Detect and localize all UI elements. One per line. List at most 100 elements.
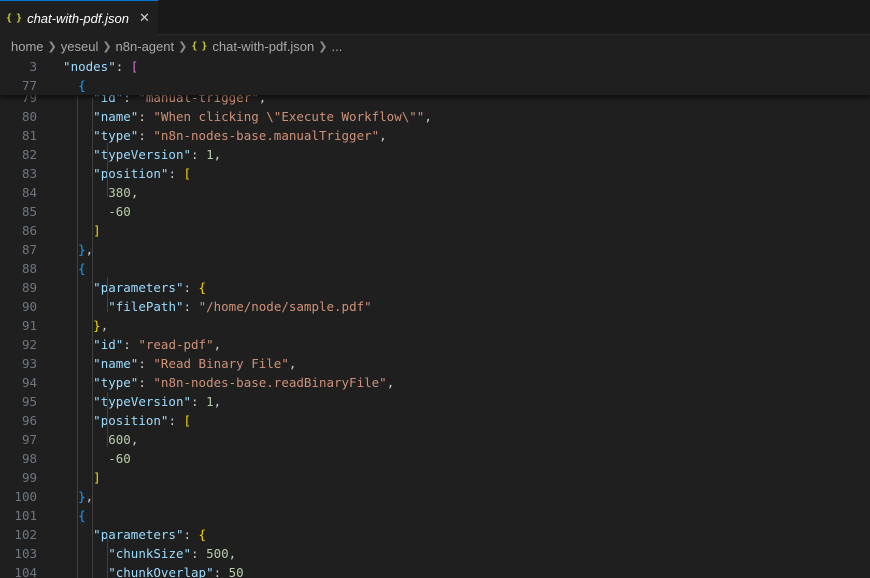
code-token: : bbox=[191, 394, 207, 409]
code-line[interactable]: 89 "parameters": { bbox=[0, 278, 870, 297]
code-token: "id" bbox=[93, 337, 124, 352]
code-line[interactable]: 104 "chunkOverlap": 50 bbox=[0, 563, 870, 578]
code-line[interactable]: 97 600, bbox=[0, 430, 870, 449]
code-token: "type" bbox=[93, 128, 139, 143]
code-token: "chunkSize" bbox=[108, 546, 192, 561]
code-token: "name" bbox=[93, 109, 139, 124]
code-text: }, bbox=[78, 487, 93, 506]
code-line[interactable]: 81 "type": "n8n-nodes-base.manualTrigger"… bbox=[0, 126, 870, 145]
vertical-scrollbar[interactable] bbox=[856, 57, 870, 578]
line-number: 93 bbox=[21, 356, 37, 371]
breadcrumb-item-home[interactable]: home bbox=[11, 39, 44, 54]
code-token: : bbox=[123, 337, 139, 352]
line-number: 77 bbox=[21, 78, 37, 93]
line-number: 102 bbox=[14, 527, 37, 542]
code-line[interactable]: 96 "position": [ bbox=[0, 411, 870, 430]
line-number: 94 bbox=[21, 375, 37, 390]
code-text: }, bbox=[93, 316, 108, 335]
code-token: "position" bbox=[93, 166, 169, 181]
tab-chat-with-pdf-json[interactable]: { } chat-with-pdf.json ✕ bbox=[0, 0, 158, 35]
indent-guide bbox=[107, 535, 109, 578]
code-token: : bbox=[191, 147, 207, 162]
code-token: , bbox=[213, 394, 222, 409]
code-token: : bbox=[138, 375, 154, 390]
code-text: 600, bbox=[108, 430, 138, 449]
code-token: : bbox=[138, 109, 154, 124]
breadcrumb-item-file[interactable]: chat-with-pdf.json bbox=[212, 39, 314, 54]
indent-guide bbox=[77, 57, 79, 578]
code-token: , bbox=[288, 356, 297, 371]
code-token: "read-pdf" bbox=[138, 337, 214, 352]
code-token: , bbox=[213, 337, 222, 352]
code-line[interactable]: 85 -60 bbox=[0, 202, 870, 221]
code-token: 1 bbox=[206, 394, 214, 409]
code-text: "type": "n8n-nodes-base.manualTrigger", bbox=[93, 126, 387, 145]
code-line[interactable]: 77 { bbox=[0, 76, 870, 95]
code-text: }, bbox=[78, 240, 93, 259]
breadcrumb: home ❯ yeseul ❯ n8n-agent ❯ { } chat-wit… bbox=[0, 35, 870, 57]
code-line[interactable]: 88 { bbox=[0, 259, 870, 278]
code-token: , bbox=[379, 128, 387, 143]
code-line[interactable]: 90 "filePath": "/home/node/sample.pdf" bbox=[0, 297, 870, 316]
indent-guide bbox=[107, 392, 109, 447]
breadcrumb-item-more[interactable]: ... bbox=[332, 39, 343, 54]
sticky-scroll-header[interactable]: 3 "nodes": [77{ bbox=[0, 57, 870, 95]
code-token: } bbox=[93, 318, 101, 333]
code-line[interactable]: 93 "name": "Read Binary File", bbox=[0, 354, 870, 373]
line-number: 92 bbox=[21, 337, 37, 352]
code-line[interactable]: 80 "name": "When clicking \"Execute Workf… bbox=[0, 107, 870, 126]
breadcrumb-item-yeseul[interactable]: yeseul bbox=[61, 39, 99, 54]
line-number: 90 bbox=[21, 299, 37, 314]
line-number: 96 bbox=[21, 413, 37, 428]
code-text: "name": "When clicking \"Execute Workflo… bbox=[93, 107, 432, 126]
code-token: ] bbox=[93, 470, 101, 485]
code-token: "position" bbox=[93, 413, 169, 428]
code-line[interactable]: 84 380, bbox=[0, 183, 870, 202]
indent-guide bbox=[107, 143, 109, 197]
code-line[interactable]: 103 "chunkSize": 500, bbox=[0, 544, 870, 563]
chevron-right-icon: ❯ bbox=[318, 39, 328, 53]
code-text: "parameters": { bbox=[93, 278, 206, 297]
code-line[interactable]: 94 "type": "n8n-nodes-base.readBinaryFile… bbox=[0, 373, 870, 392]
code-text: -60 bbox=[108, 449, 131, 468]
code-text: "nodes": [ bbox=[63, 57, 138, 76]
code-token: : bbox=[213, 565, 229, 578]
code-line[interactable]: 95 "typeVersion": 1, bbox=[0, 392, 870, 411]
code-line[interactable]: 86] bbox=[0, 221, 870, 240]
line-number: 80 bbox=[21, 109, 37, 124]
line-number: 103 bbox=[14, 546, 37, 561]
chevron-right-icon: ❯ bbox=[102, 39, 112, 53]
code-token: : bbox=[183, 527, 199, 542]
code-token: { bbox=[198, 280, 207, 295]
line-number: 100 bbox=[14, 489, 37, 504]
code-line[interactable]: 99] bbox=[0, 468, 870, 487]
code-line[interactable]: 101 { bbox=[0, 506, 870, 525]
code-token: -60 bbox=[108, 204, 131, 219]
code-line[interactable]: 82 "typeVersion": 1, bbox=[0, 145, 870, 164]
line-number: 86 bbox=[21, 223, 37, 238]
code-token: "filePath" bbox=[108, 299, 184, 314]
code-line[interactable]: 83 "position": [ bbox=[0, 164, 870, 183]
code-line[interactable]: 100}, bbox=[0, 487, 870, 506]
code-line[interactable]: 92 "id": "read-pdf", bbox=[0, 335, 870, 354]
code-token: 380 bbox=[108, 185, 131, 200]
line-number: 3 bbox=[29, 59, 37, 74]
tab-label: chat-with-pdf.json bbox=[27, 10, 129, 26]
code-editor[interactable]: 3 "nodes": [77{ 79 "id": "manual-trigger",… bbox=[0, 57, 870, 578]
code-token: , bbox=[100, 318, 109, 333]
line-number: 83 bbox=[21, 166, 37, 181]
code-line[interactable]: 98 -60 bbox=[0, 449, 870, 468]
line-number: 85 bbox=[21, 204, 37, 219]
code-token: "chunkOverlap" bbox=[108, 565, 214, 578]
line-number: 88 bbox=[21, 261, 37, 276]
code-line[interactable]: 87}, bbox=[0, 240, 870, 259]
code-token: "name" bbox=[93, 356, 139, 371]
breadcrumb-item-n8n-agent[interactable]: n8n-agent bbox=[116, 39, 175, 54]
code-line[interactable]: 102 "parameters": { bbox=[0, 525, 870, 544]
code-line[interactable]: 3 "nodes": [ bbox=[0, 57, 870, 76]
code-token: } bbox=[78, 242, 86, 257]
line-number: 97 bbox=[21, 432, 37, 447]
code-line[interactable]: 91}, bbox=[0, 316, 870, 335]
code-token: -60 bbox=[108, 451, 131, 466]
close-icon[interactable]: ✕ bbox=[139, 11, 150, 26]
